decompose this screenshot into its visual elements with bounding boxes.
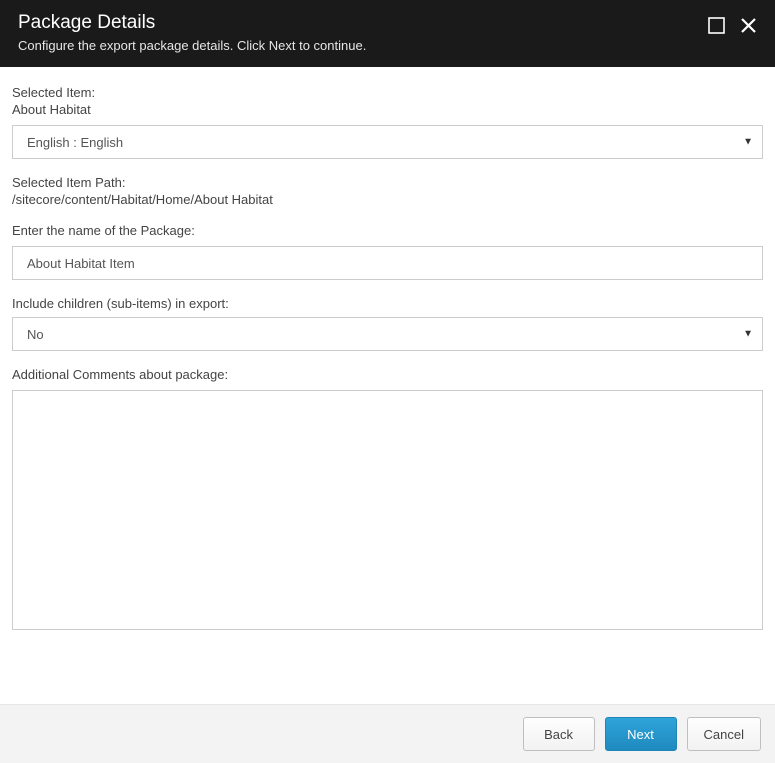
back-button[interactable]: Back [523,717,595,751]
package-name-input[interactable] [12,246,763,280]
selected-item-label: Selected Item: [12,85,763,100]
comments-block: Additional Comments about package: [12,367,763,633]
comments-label: Additional Comments about package: [12,367,763,382]
include-children-block: Include children (sub-items) in export: … [12,296,763,351]
dialog-title: Package Details [18,12,705,34]
header-text: Package Details Configure the export pac… [18,12,705,53]
dialog-header: Package Details Configure the export pac… [0,0,775,67]
selected-item-path-label: Selected Item Path: [12,175,763,190]
language-select-wrap: English : English ▼ [12,125,763,159]
maximize-icon[interactable] [705,14,727,36]
package-name-block: Enter the name of the Package: [12,223,763,280]
selected-item-value: About Habitat [12,102,763,117]
dialog-subtitle: Configure the export package details. Cl… [18,38,705,53]
package-name-label: Enter the name of the Package: [12,223,763,238]
dialog-content: Selected Item: About Habitat English : E… [0,67,775,659]
include-children-select[interactable]: No [12,317,763,351]
cancel-button[interactable]: Cancel [687,717,761,751]
language-block: English : English ▼ [12,125,763,159]
header-icons [705,12,759,36]
include-children-select-wrap: No ▼ [12,317,763,351]
selected-item-path-value: /sitecore/content/Habitat/Home/About Hab… [12,192,763,207]
selected-item-path-block: Selected Item Path: /sitecore/content/Ha… [12,175,763,207]
close-icon[interactable] [737,14,759,36]
selected-item-block: Selected Item: About Habitat [12,85,763,117]
language-select[interactable]: English : English [12,125,763,159]
include-children-label: Include children (sub-items) in export: [12,296,763,311]
dialog-footer: Back Next Cancel [0,704,775,763]
next-button[interactable]: Next [605,717,677,751]
comments-textarea[interactable] [12,390,763,630]
